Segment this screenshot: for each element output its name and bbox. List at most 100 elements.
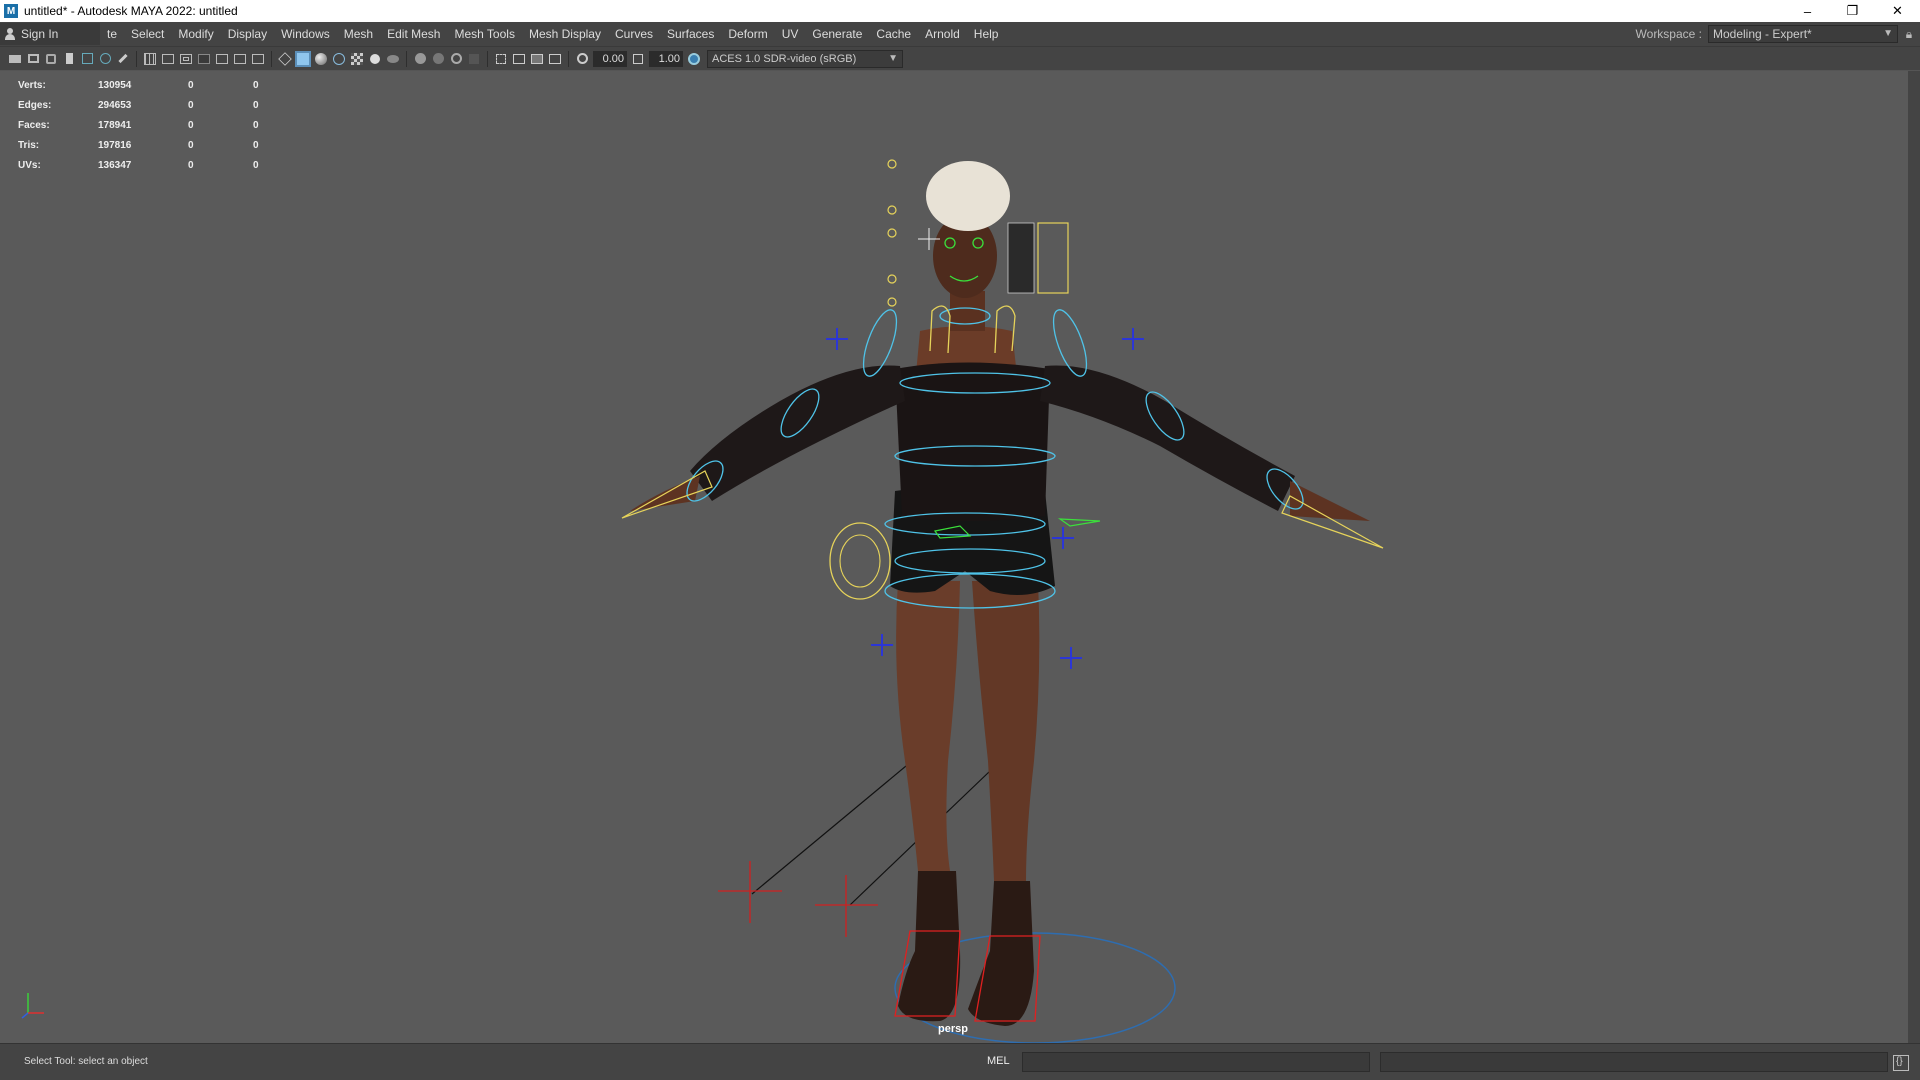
toolbar-separator (568, 50, 569, 67)
hud-label: Edges: (18, 99, 52, 111)
menu-uv[interactable]: UV (775, 22, 806, 46)
perspective-viewport[interactable]: Verts: 130954 0 0 Edges: 294653 0 0 Face… (0, 71, 1908, 1043)
xray-icon[interactable] (511, 51, 527, 67)
menu-display[interactable]: Display (221, 22, 274, 46)
lock-icon[interactable]: 🔒︎ (1898, 27, 1920, 42)
command-input[interactable] (1022, 1052, 1370, 1072)
xray-active-components-icon[interactable] (529, 51, 545, 67)
hud-value: 0 (253, 79, 259, 91)
menu-bar: Sign In te Select Modify Display Windows… (0, 22, 1920, 46)
restore-button[interactable]: ❐ (1830, 0, 1875, 22)
knee-pole-vector-right[interactable] (815, 875, 878, 937)
lock-camera-icon[interactable] (25, 51, 41, 67)
hud-value: 0 (188, 139, 194, 151)
default-material-icon[interactable] (313, 51, 329, 67)
command-language-toggle[interactable]: MEL (987, 1055, 1010, 1067)
sign-in-button[interactable]: Sign In (0, 23, 100, 45)
smooth-shade-icon[interactable] (295, 50, 311, 67)
hud-label: Faces: (18, 119, 50, 131)
ambient-occlusion-icon[interactable] (412, 51, 428, 67)
right-leg (972, 581, 1040, 881)
exposure-icon[interactable] (574, 51, 590, 67)
safe-title-icon[interactable] (250, 51, 266, 67)
script-editor-icon[interactable] (1893, 1055, 1909, 1071)
menu-select[interactable]: Select (124, 22, 171, 46)
color-management-icon[interactable] (686, 51, 702, 67)
menu-cache[interactable]: Cache (869, 22, 918, 46)
window-controls: – ❐ ✕ (1785, 0, 1920, 22)
menu-help[interactable]: Help (967, 22, 1006, 46)
title-bar: M untitled* - Autodesk MAYA 2022: untitl… (0, 0, 1920, 22)
menu-mesh-tools[interactable]: Mesh Tools (447, 22, 521, 46)
workspace-area: Workspace : Modeling - Expert* ▼ 🔒︎ (1636, 22, 1920, 46)
hud-row-uvs: UVs: 136347 0 0 (18, 155, 293, 175)
menu-curves[interactable]: Curves (608, 22, 660, 46)
grid-icon[interactable] (142, 51, 158, 67)
xray-joints-icon[interactable] (547, 51, 563, 67)
wireframe-icon[interactable] (277, 51, 293, 67)
hip-control[interactable] (829, 522, 891, 600)
workspace-value: Modeling - Expert* (1713, 27, 1812, 41)
face-control-sliders[interactable] (1007, 222, 1035, 294)
gate-mask-icon[interactable] (196, 51, 212, 67)
hip-control-inner[interactable] (839, 534, 881, 588)
bookmarks-icon[interactable] (61, 51, 77, 67)
close-button[interactable]: ✕ (1875, 0, 1920, 22)
hud-value: 0 (188, 99, 194, 111)
film-gate-icon[interactable] (160, 51, 176, 67)
two-d-pan-zoom-icon[interactable] (97, 51, 113, 67)
spine-controls[interactable] (887, 159, 897, 307)
face-control-panel[interactable] (1037, 222, 1069, 294)
wireframe-on-shaded-icon[interactable] (331, 51, 347, 67)
menu-windows[interactable]: Windows (274, 22, 337, 46)
gamma-icon[interactable] (630, 51, 646, 67)
multisample-aa-icon[interactable] (448, 51, 464, 67)
top (895, 362, 1050, 521)
select-camera-icon[interactable] (7, 51, 23, 67)
knee-pole-vector-left[interactable] (718, 861, 782, 923)
color-management-dropdown[interactable]: ACES 1.0 SDR-video (sRGB) ▼ (707, 49, 903, 68)
chevron-down-icon: ▼ (888, 52, 898, 64)
toolbar-separator (487, 50, 488, 67)
isolate-select-icon[interactable] (493, 51, 509, 67)
menu-items: te Select Modify Display Windows Mesh Ed… (100, 22, 1005, 46)
menu-generate[interactable]: Generate (805, 22, 869, 46)
exposure-field[interactable]: 0.00 (593, 50, 627, 67)
menu-mesh[interactable]: Mesh (337, 22, 380, 46)
grease-pencil-icon[interactable] (115, 51, 131, 67)
menu-arnold[interactable]: Arnold (918, 22, 967, 46)
camera-attributes-icon[interactable] (43, 51, 59, 67)
hud-label: Tris: (18, 139, 40, 151)
hud-value: 0 (253, 159, 259, 171)
menu-edit-mesh[interactable]: Edit Mesh (380, 22, 447, 46)
hud-value: 0 (188, 159, 194, 171)
minimize-button[interactable]: – (1785, 0, 1830, 22)
textured-icon[interactable] (349, 51, 365, 67)
hud-value: 0 (253, 139, 259, 151)
workspace-dropdown[interactable]: Modeling - Expert* ▼ (1708, 25, 1898, 43)
toolbar-separator (271, 50, 272, 67)
image-plane-icon[interactable] (79, 51, 95, 67)
hud-value: 0 (253, 119, 259, 131)
toolbar-separator (136, 50, 137, 67)
safe-action-icon[interactable] (232, 51, 248, 67)
motion-blur-icon[interactable] (430, 51, 446, 67)
scene-render[interactable] (0, 71, 1908, 1043)
hud-row-verts: Verts: 130954 0 0 (18, 75, 293, 95)
menu-surfaces[interactable]: Surfaces (660, 22, 721, 46)
resolution-gate-icon[interactable] (178, 51, 194, 67)
viewport-toolbar: 0.00 1.00 ACES 1.0 SDR-video (sRGB) ▼ (0, 46, 1920, 70)
menu-file-truncated[interactable]: te (100, 22, 124, 46)
depth-of-field-icon[interactable] (466, 51, 482, 67)
field-chart-icon[interactable] (214, 51, 230, 67)
menu-deform[interactable]: Deform (721, 22, 774, 46)
command-result-field (1380, 1052, 1888, 1072)
menu-modify[interactable]: Modify (171, 22, 220, 46)
gamma-field[interactable]: 1.00 (649, 50, 683, 67)
hud-row-tris: Tris: 197816 0 0 (18, 135, 293, 155)
hud-row-faces: Faces: 178941 0 0 (18, 115, 293, 135)
shadows-icon[interactable] (385, 51, 401, 67)
menu-mesh-display[interactable]: Mesh Display (522, 22, 608, 46)
use-all-lights-icon[interactable] (367, 51, 383, 67)
right-hand (1290, 481, 1370, 521)
